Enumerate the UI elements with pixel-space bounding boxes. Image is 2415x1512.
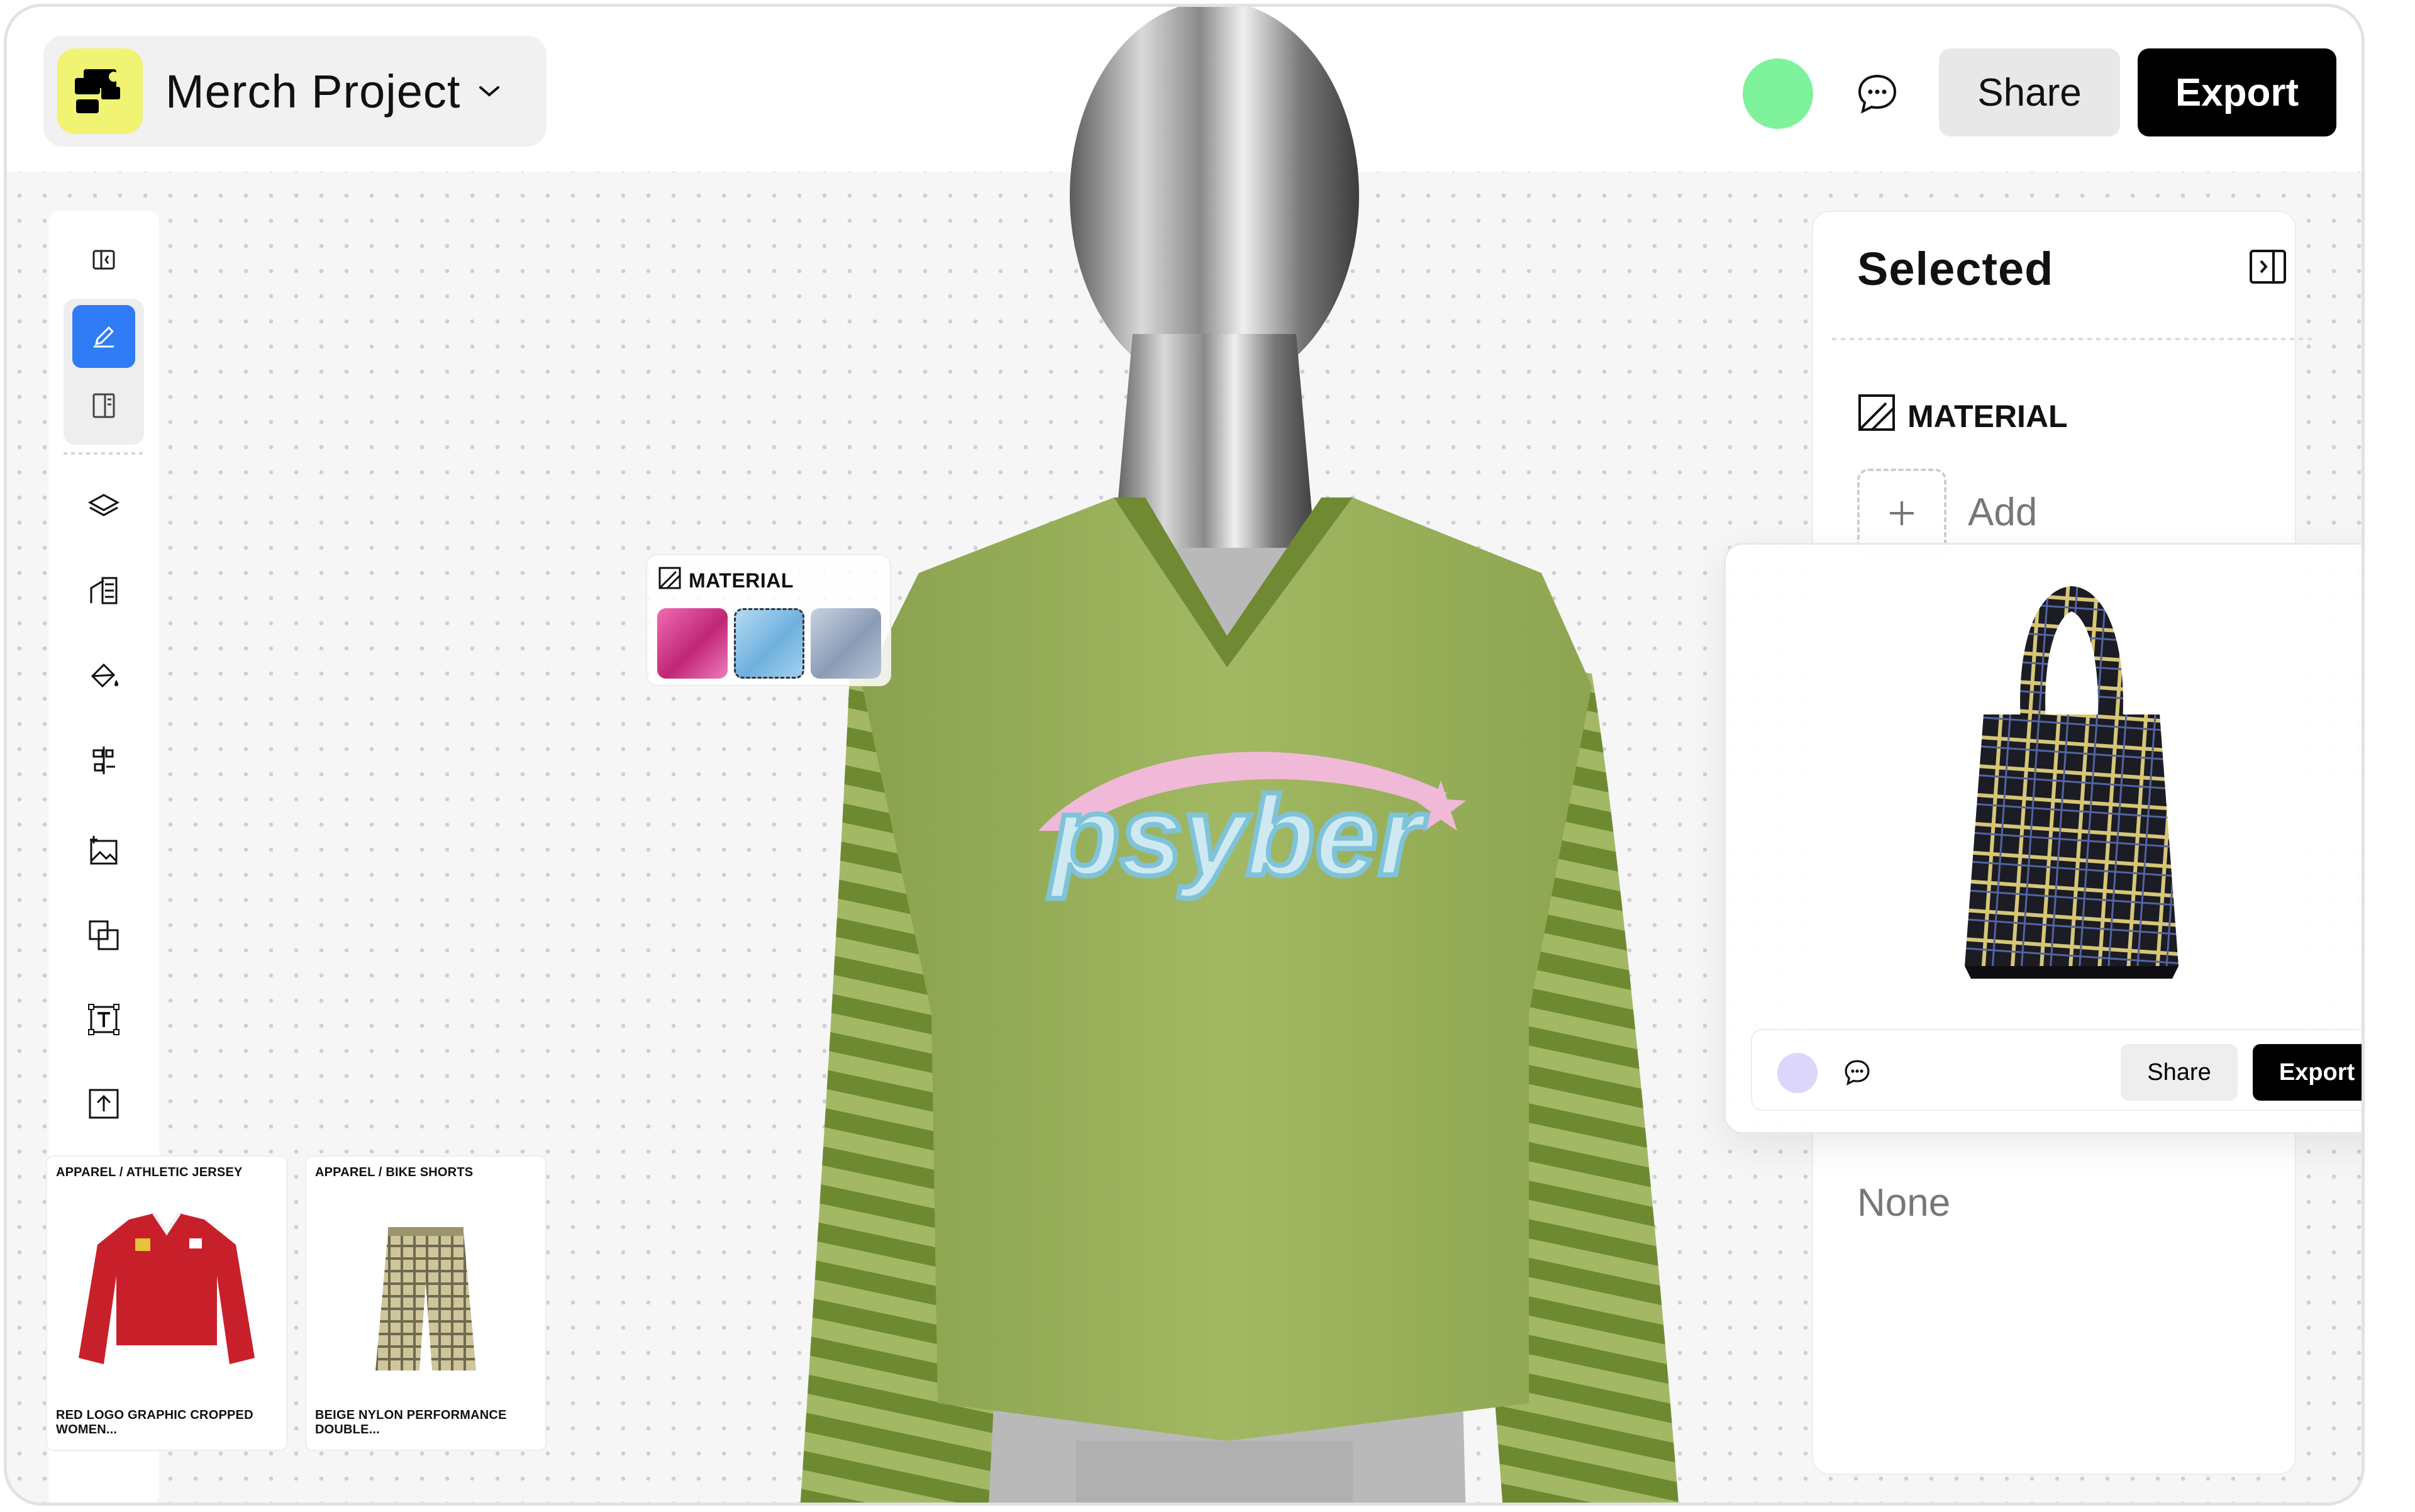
align-icon[interactable] — [72, 729, 135, 792]
export-button[interactable]: Export — [2138, 48, 2336, 136]
material-swatch-grey[interactable] — [811, 608, 881, 679]
product-category: APPAREL / BIKE SHORTS — [315, 1165, 474, 1179]
material-icon — [1857, 393, 1896, 440]
add-image-icon[interactable] — [72, 820, 135, 882]
toolbar-divider — [64, 452, 144, 455]
fill-bucket-icon[interactable] — [72, 645, 135, 708]
product-category: APPAREL / ATHLETIC JERSEY — [56, 1165, 243, 1179]
layout-tool-icon[interactable] — [72, 374, 135, 437]
share-button[interactable]: Share — [1939, 48, 2120, 136]
preview-share-button[interactable]: Share — [2121, 1044, 2238, 1101]
empty-value-label: None — [1857, 1181, 1951, 1225]
app-window: Merch Project Share Export psyber MATERI… — [4, 4, 2365, 1506]
mannequin-3d-view[interactable]: psyber — [636, 7, 1768, 1506]
tote-bag-thumbnail — [1965, 586, 2179, 979]
panel-divider — [1832, 338, 2316, 340]
project-selector[interactable]: Merch Project — [43, 36, 547, 147]
user-presence-avatar[interactable] — [1777, 1053, 1818, 1093]
text-frame-icon[interactable] — [72, 988, 135, 1051]
product-preview-card: Share Export — [1724, 543, 2362, 1134]
material-popover-label: MATERIAL — [689, 569, 794, 592]
material-swatch-blue[interactable] — [734, 608, 804, 679]
preview-export-button[interactable]: Export — [2253, 1044, 2362, 1101]
material-icon — [657, 565, 682, 596]
material-swatch-pink[interactable] — [657, 608, 728, 679]
product-card[interactable]: APPAREL / BIKE SHORTS BEIGE NYLON PERFOR… — [305, 1155, 547, 1451]
material-popover: MATERIAL — [646, 554, 891, 686]
material-section-label: MATERIAL — [1907, 399, 2068, 434]
plus-icon — [1890, 501, 1914, 525]
collapse-sidebar-icon[interactable] — [72, 228, 135, 291]
collapse-panel-icon[interactable] — [2248, 247, 2287, 289]
panel-title: Selected — [1857, 243, 2054, 295]
red-jersey-thumbnail — [79, 1212, 255, 1364]
product-title: RED LOGO GRAPHIC CROPPED WOMEN... — [56, 1408, 253, 1437]
project-name: Merch Project — [165, 65, 461, 118]
pen-tool-icon[interactable] — [72, 305, 135, 368]
comment-icon[interactable] — [1843, 1058, 1872, 1090]
product-card[interactable]: APPAREL / ATHLETIC JERSEY RED LOGO GRAPH… — [46, 1155, 287, 1451]
add-material-label[interactable]: Add — [1968, 490, 2037, 535]
app-logo-icon — [75, 69, 120, 113]
chevron-down-icon — [478, 84, 501, 99]
app-logo — [57, 48, 143, 134]
preview-action-bar: Share Export — [1751, 1029, 2362, 1111]
garment-graphic-text: psyber — [1048, 773, 1428, 899]
upload-icon[interactable] — [72, 1072, 135, 1135]
plaid-shorts-thumbnail — [375, 1227, 476, 1370]
comment-icon[interactable] — [1851, 67, 1904, 120]
product-title: BEIGE NYLON PERFORMANCE DOUBLE... — [315, 1408, 507, 1437]
duplicate-icon[interactable] — [72, 904, 135, 967]
material-library-icon[interactable] — [72, 559, 135, 622]
layers-icon[interactable] — [72, 475, 135, 538]
